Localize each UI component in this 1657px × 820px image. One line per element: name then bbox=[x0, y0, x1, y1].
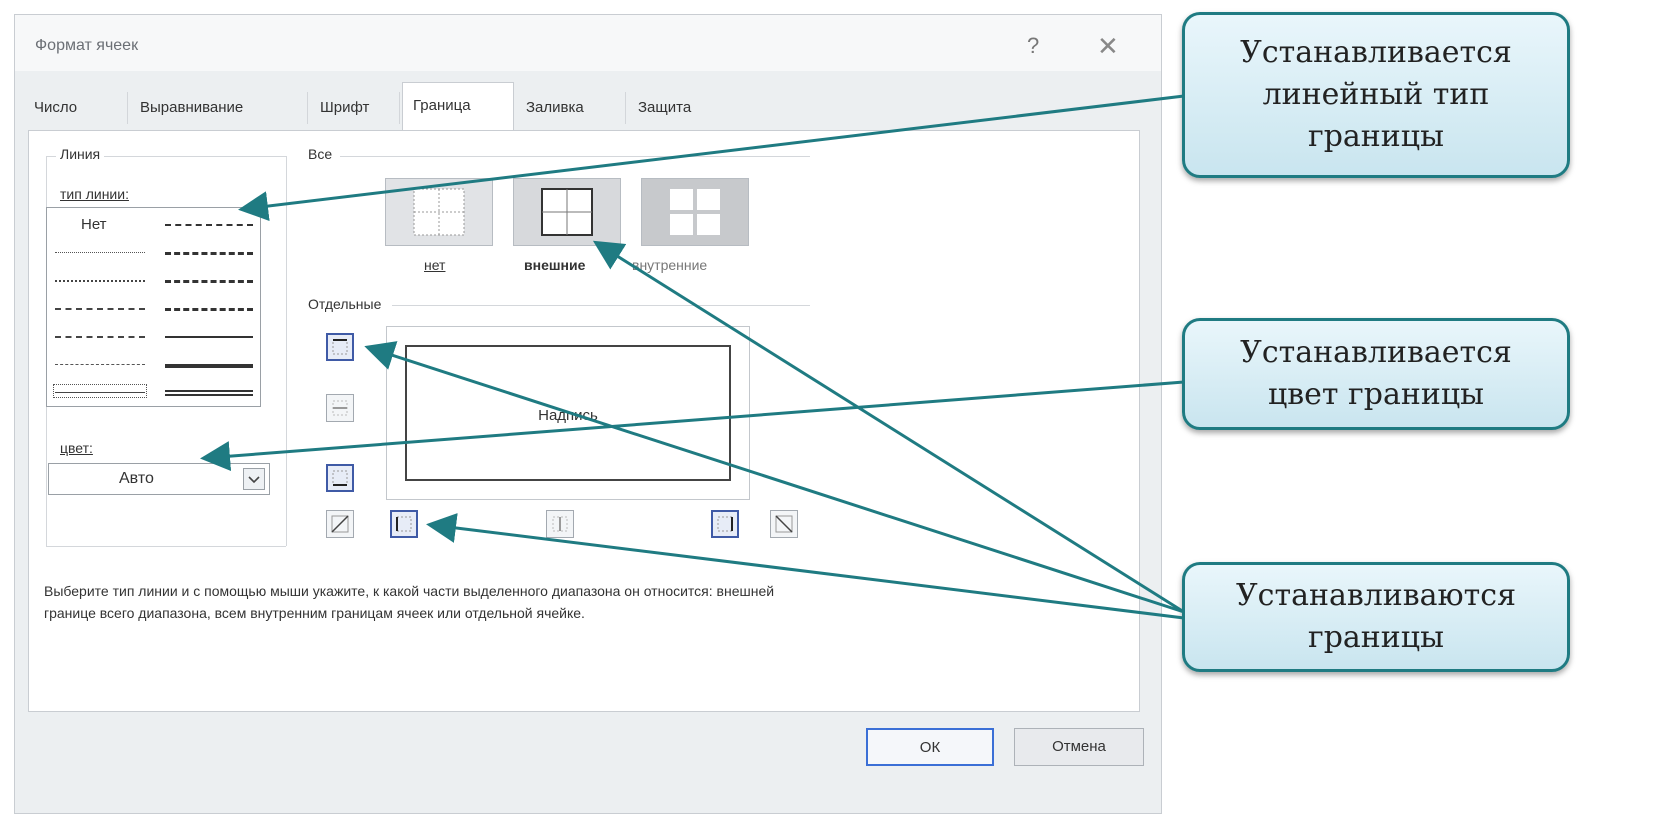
separate-group-title: Отдельные bbox=[308, 296, 382, 312]
cancel-button[interactable]: Отмена bbox=[1014, 728, 1144, 766]
line-style-medium-dashed[interactable] bbox=[165, 308, 253, 311]
border-none-icon bbox=[413, 188, 465, 236]
border-top-button[interactable] bbox=[326, 333, 354, 361]
line-style-thin[interactable] bbox=[55, 392, 145, 393]
preset-none-button[interactable] bbox=[385, 178, 493, 246]
callout-color-line-2: цвет границы bbox=[1267, 377, 1485, 412]
tab-fill[interactable]: Заливка bbox=[516, 92, 626, 124]
line-group-title: Линия bbox=[56, 146, 105, 162]
border-diagonal-up-button[interactable] bbox=[326, 510, 354, 538]
border-bottom-button[interactable] bbox=[326, 464, 354, 492]
border-outside-icon bbox=[541, 188, 593, 236]
border-left-icon bbox=[396, 516, 412, 532]
color-value: Авто bbox=[119, 470, 154, 487]
instruction-text: Выберите тип линии и с помощью мыши укаж… bbox=[44, 580, 1144, 624]
callout-color: Устанавливается цвет границы bbox=[1182, 318, 1570, 430]
tab-protection[interactable]: Защита bbox=[628, 92, 724, 124]
line-style-double[interactable] bbox=[165, 390, 253, 396]
line-style-thick[interactable] bbox=[165, 364, 253, 368]
close-icon[interactable]: ✕ bbox=[1097, 31, 1119, 62]
color-label: цвет: bbox=[60, 440, 93, 456]
preset-outline-label: внешние bbox=[524, 257, 586, 273]
instruction-line-2: границе всего диапазона, всем внутренним… bbox=[44, 605, 585, 621]
callout-line-type: Устанавливается линейный тип границы bbox=[1182, 12, 1570, 178]
line-style-dash-dot-dot[interactable] bbox=[55, 308, 145, 310]
callout-line-type-line-1: Устанавливается bbox=[1240, 35, 1512, 70]
border-right-button[interactable] bbox=[711, 510, 739, 538]
title-bar: Формат ячеек ? ✕ bbox=[15, 15, 1161, 71]
border-bottom-icon bbox=[332, 470, 348, 486]
line-group-frame-bottom bbox=[46, 546, 286, 547]
preset-outline-button[interactable] bbox=[513, 178, 621, 246]
border-top-icon bbox=[332, 339, 348, 355]
border-vertical-inside-button[interactable] bbox=[546, 510, 574, 538]
line-type-label: тип линии: bbox=[60, 186, 129, 202]
border-diagonal-down-button[interactable] bbox=[770, 510, 798, 538]
tab-font[interactable]: Шрифт bbox=[310, 92, 400, 124]
ok-button[interactable]: ОК bbox=[866, 728, 994, 766]
line-style-dotted[interactable] bbox=[55, 280, 145, 282]
callout-borders: Устанавливаются границы bbox=[1182, 562, 1570, 672]
all-group-rule bbox=[340, 156, 810, 157]
line-style-hair[interactable] bbox=[55, 252, 145, 253]
tab-number[interactable]: Число bbox=[24, 92, 128, 124]
border-diagonal-up-icon bbox=[331, 515, 349, 533]
border-right-icon bbox=[717, 516, 733, 532]
separate-group-rule bbox=[392, 305, 810, 306]
border-vertical-inside-icon bbox=[552, 516, 568, 532]
tab-border[interactable]: Граница bbox=[402, 82, 514, 130]
border-diagonal-down-icon bbox=[775, 515, 793, 533]
callout-line-type-line-3: границы bbox=[1308, 119, 1444, 154]
preset-inside-button[interactable] bbox=[641, 178, 749, 246]
color-dropdown[interactable]: Авто bbox=[48, 463, 270, 495]
line-style-medium[interactable] bbox=[165, 336, 253, 338]
border-left-button[interactable] bbox=[390, 510, 418, 538]
line-style-list[interactable]: Нет bbox=[46, 207, 261, 407]
preset-none-label: нет bbox=[424, 257, 446, 273]
border-horizontal-inside-icon bbox=[332, 400, 348, 416]
callout-line-type-line-2: линейный тип bbox=[1262, 77, 1490, 112]
callout-borders-line-1: Устанавливаются bbox=[1235, 578, 1516, 613]
line-style-slanted-dash-dot[interactable] bbox=[165, 252, 253, 255]
border-inside-icon bbox=[670, 189, 720, 235]
all-group-title: Все bbox=[308, 146, 333, 162]
chevron-down-icon[interactable] bbox=[243, 468, 265, 490]
dialog-title: Формат ячеек bbox=[35, 37, 139, 54]
help-icon[interactable]: ? bbox=[1027, 33, 1039, 59]
line-style-none[interactable]: Нет bbox=[81, 216, 107, 233]
preview-caption: Надпись bbox=[538, 407, 598, 424]
callout-borders-line-2: границы bbox=[1308, 620, 1444, 655]
tab-alignment[interactable]: Выравнивание bbox=[130, 92, 308, 124]
line-style-thin-selected[interactable] bbox=[53, 384, 147, 398]
line-style-medium-dash-dot[interactable] bbox=[165, 280, 253, 283]
preset-inside-label: внутренние bbox=[632, 257, 708, 273]
border-horizontal-inside-button[interactable] bbox=[326, 394, 354, 422]
line-style-medium-dash-dot-dot[interactable] bbox=[165, 224, 253, 226]
line-group-frame-right bbox=[286, 156, 287, 546]
line-style-dash-dot[interactable] bbox=[55, 336, 145, 338]
callout-color-line-1: Устанавливается bbox=[1240, 335, 1512, 370]
line-style-dashed[interactable] bbox=[55, 364, 145, 365]
border-preview-area[interactable]: Надпись bbox=[386, 326, 750, 500]
instruction-line-1: Выберите тип линии и с помощью мыши укаж… bbox=[44, 583, 775, 599]
